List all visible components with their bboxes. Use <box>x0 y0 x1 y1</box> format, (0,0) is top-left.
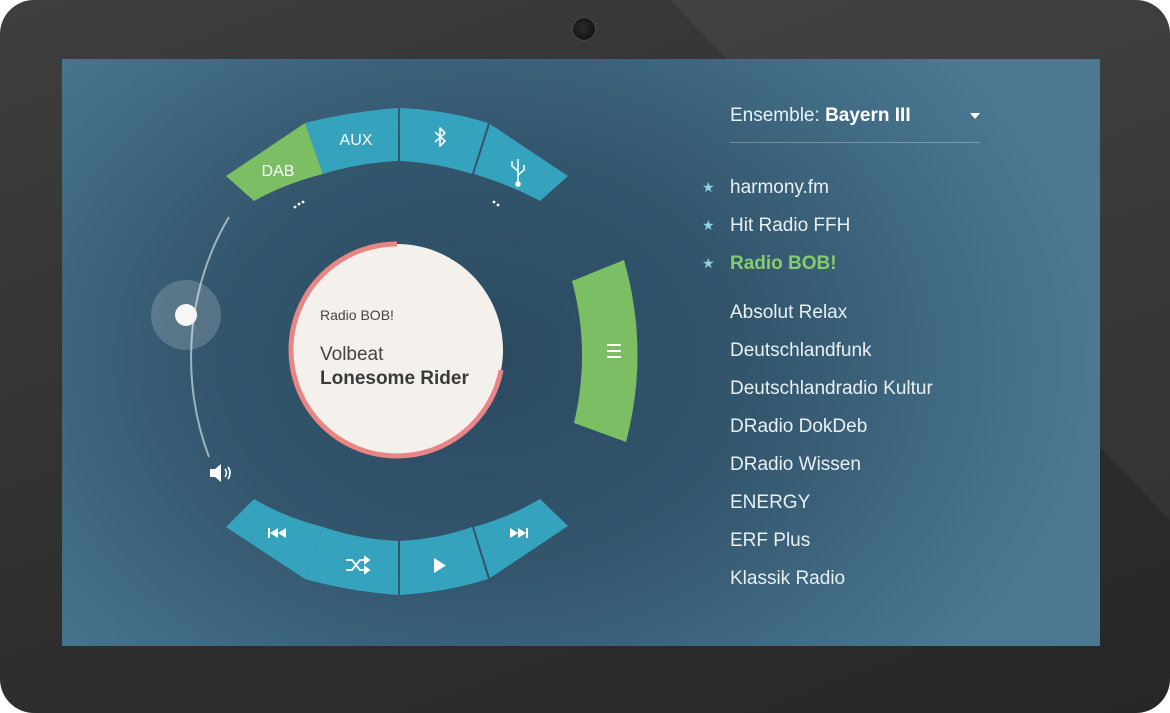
ensemble-value: Bayern III <box>825 105 911 126</box>
star-icon: ★ <box>702 255 715 271</box>
station-name: Deutschlandfunk <box>730 340 872 361</box>
station-item[interactable]: ERF Plus <box>702 530 1082 554</box>
station-name: ENERGY <box>730 492 811 513</box>
source-dab-button[interactable] <box>226 123 323 201</box>
source-usb-button[interactable] <box>474 124 568 201</box>
station-item[interactable]: Deutschlandfunk <box>702 340 1082 364</box>
station-name: Hit Radio FFH <box>730 215 851 236</box>
station-item[interactable]: DRadio Wissen <box>702 454 1082 478</box>
star-icon: ★ <box>702 217 715 233</box>
station-item[interactable]: Absolut Relax <box>702 302 1082 326</box>
camera-icon <box>572 17 596 41</box>
volume-knob[interactable] <box>175 304 197 326</box>
station-name: DRadio Wissen <box>730 454 861 475</box>
next-button[interactable] <box>474 499 568 578</box>
chevron-down-icon <box>970 113 980 119</box>
now-playing-station: Radio BOB! <box>320 307 394 323</box>
tablet-frame: DAB AUX Radio BOB! Volbeat Lonesome Ride… <box>0 0 1170 713</box>
station-item[interactable]: ENERGY <box>702 492 1082 516</box>
now-playing-title: Lonesome Rider <box>320 368 469 389</box>
ensemble-label: Ensemble: <box>730 105 820 126</box>
now-playing-artist: Volbeat <box>320 344 384 365</box>
source-dab-label: DAB <box>262 163 295 180</box>
station-item[interactable]: Deutschlandradio Kultur <box>702 378 1082 402</box>
speaker-icon[interactable] <box>208 461 238 485</box>
source-pagination-dots <box>293 200 500 209</box>
station-name: Absolut Relax <box>730 302 848 323</box>
source-aux-label: AUX <box>340 132 373 149</box>
station-item[interactable]: Klassik Radio <box>702 568 1082 592</box>
station-name: Deutschlandradio Kultur <box>730 378 933 399</box>
station-item[interactable]: DRadio DokDeb <box>702 416 1082 440</box>
station-name: harmony.fm <box>730 177 829 198</box>
ensemble-dropdown[interactable]: Ensemble: Bayern III <box>730 105 980 143</box>
station-item[interactable]: ★ Hit Radio FFH <box>702 215 1082 239</box>
radio-screen: DAB AUX Radio BOB! Volbeat Lonesome Ride… <box>62 59 1100 646</box>
station-name: ERF Plus <box>730 530 811 551</box>
station-item[interactable]: ★ Radio BOB! <box>702 253 1082 277</box>
station-name: DRadio DokDeb <box>730 416 868 437</box>
play-button[interactable] <box>400 527 488 595</box>
star-icon: ★ <box>702 179 715 195</box>
station-name: Radio BOB! <box>730 253 837 274</box>
station-name: Klassik Radio <box>730 568 846 589</box>
station-item[interactable]: ★ harmony.fm <box>702 177 1082 201</box>
menu-button[interactable] <box>572 260 638 442</box>
previous-button[interactable] <box>226 499 323 579</box>
